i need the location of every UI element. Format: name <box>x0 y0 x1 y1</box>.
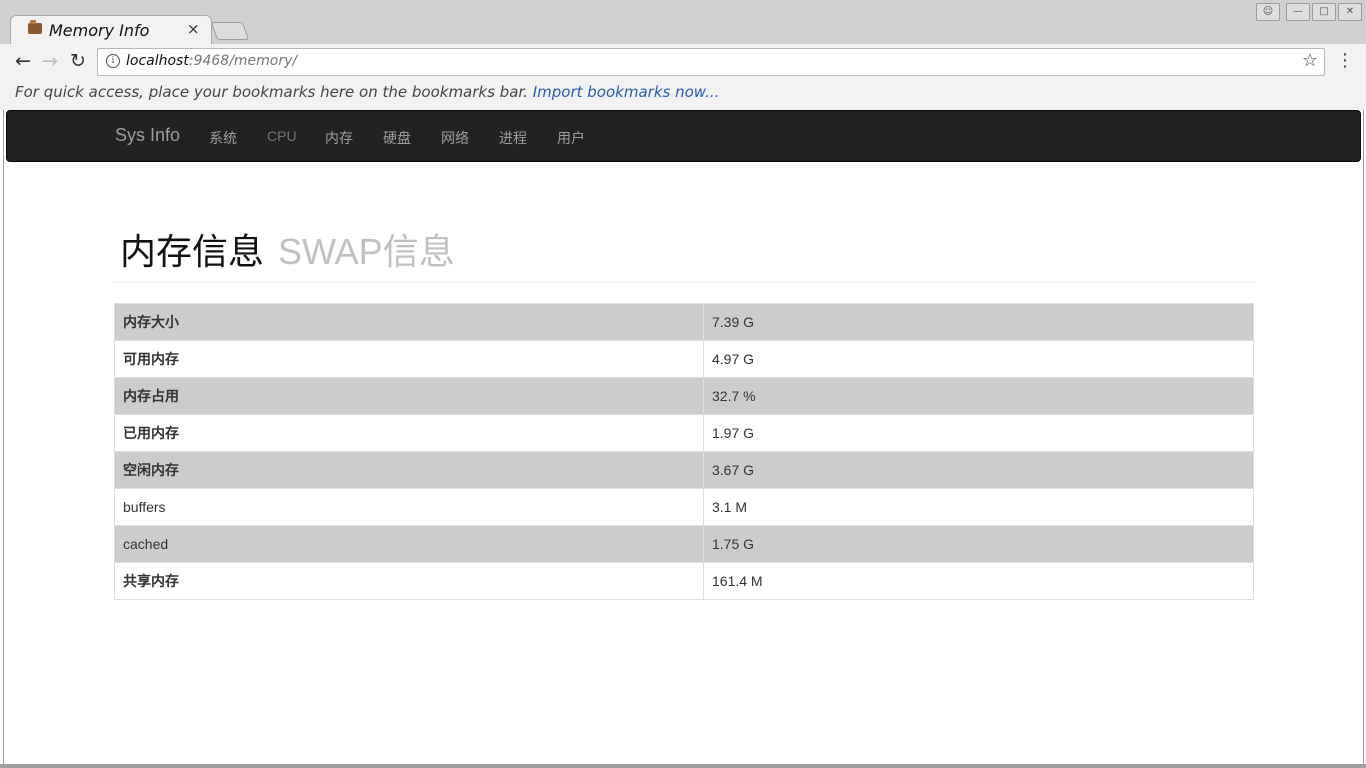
row-label: cached <box>114 525 704 563</box>
nav-link-disk[interactable]: 硬盘 <box>383 128 411 148</box>
profile-icon[interactable]: ☺ <box>1256 3 1280 21</box>
row-value: 32.7 % <box>703 377 1254 415</box>
table-row: 空闲内存 3.67 G <box>114 451 1254 489</box>
row-label: 可用内存 <box>114 340 704 378</box>
reload-icon[interactable]: ↻ <box>66 50 90 74</box>
row-label: 内存占用 <box>114 377 704 415</box>
url-path: :9468/memory/ <box>188 53 298 69</box>
site-navbar: Sys Info 系统 CPU 内存 硬盘 网络 进程 用户 <box>6 110 1361 162</box>
tab-strip: Memory Info × ☺ — □ ✕ <box>0 0 1366 45</box>
navbar-brand[interactable]: Sys Info <box>115 125 180 146</box>
memory-table: 内存大小 7.39 G 可用内存 4.97 G 内存占用 32.7 % 已用内存… <box>114 303 1254 600</box>
row-value: 1.75 G <box>703 525 1254 563</box>
row-label: 空闲内存 <box>114 451 704 489</box>
url-host: localhost <box>126 53 189 69</box>
import-bookmarks-link[interactable]: Import bookmarks now... <box>533 83 720 101</box>
swap-info-link[interactable]: SWAP信息 <box>278 231 455 272</box>
close-window-button[interactable]: ✕ <box>1338 3 1362 21</box>
bookmarks-message: For quick access, place your bookmarks h… <box>15 83 719 101</box>
nav-link-network[interactable]: 网络 <box>441 128 469 148</box>
tab-memory-info[interactable]: Memory Info × <box>10 15 212 45</box>
back-arrow-icon[interactable]: ← <box>11 50 35 74</box>
browser-menu-icon[interactable]: ⋮ <box>1336 50 1354 72</box>
browser-toolbar: ← → ↻ i localhost:9468/memory/ ☆ ⋮ <box>0 44 1366 79</box>
row-value: 3.1 M <box>703 488 1254 526</box>
address-bar[interactable]: i localhost:9468/memory/ ☆ <box>97 48 1325 76</box>
bookmarks-hint: For quick access, place your bookmarks h… <box>15 83 528 101</box>
row-value: 161.4 M <box>703 562 1254 600</box>
minimize-button[interactable]: — <box>1286 3 1310 21</box>
nav-link-system[interactable]: 系统 <box>209 128 237 148</box>
row-label: 共享内存 <box>114 562 704 600</box>
table-row: 内存占用 32.7 % <box>114 377 1254 415</box>
maximize-button[interactable]: □ <box>1312 3 1336 21</box>
table-row: buffers 3.1 M <box>114 488 1254 526</box>
new-tab-button[interactable] <box>210 22 250 40</box>
nav-link-cpu[interactable]: CPU <box>267 128 297 144</box>
memory-info-title: 内存信息 <box>120 232 265 273</box>
browser-chrome: Memory Info × ☺ — □ ✕ ← → ↻ i localhost:… <box>0 0 1366 110</box>
row-value: 1.97 G <box>703 414 1254 452</box>
row-value: 4.97 G <box>703 340 1254 378</box>
bookmark-star-icon[interactable]: ☆ <box>1302 50 1318 71</box>
row-label: 内存大小 <box>114 303 704 341</box>
row-value: 7.39 G <box>703 303 1254 341</box>
table-row: 共享内存 161.4 M <box>114 562 1254 600</box>
page-heading: 内存信息 SWAP信息 <box>120 223 455 275</box>
folder-favicon-icon <box>28 20 42 34</box>
tab-close-icon[interactable]: × <box>187 20 200 38</box>
table-row: 已用内存 1.97 G <box>114 414 1254 452</box>
info-icon[interactable]: i <box>106 54 120 68</box>
row-label: buffers <box>114 488 704 526</box>
nav-link-users[interactable]: 用户 <box>557 128 585 148</box>
row-value: 3.67 G <box>703 451 1254 489</box>
heading-divider <box>114 282 1254 283</box>
forward-arrow-icon[interactable]: → <box>38 50 62 74</box>
page-viewport: Sys Info 系统 CPU 内存 硬盘 网络 进程 用户 内存信息 SWAP信… <box>3 110 1364 764</box>
table-row: cached 1.75 G <box>114 525 1254 563</box>
row-label: 已用内存 <box>114 414 704 452</box>
nav-link-process[interactable]: 进程 <box>499 128 527 148</box>
tab-title: Memory Info <box>49 21 150 40</box>
table-row: 内存大小 7.39 G <box>114 303 1254 341</box>
nav-link-memory[interactable]: 内存 <box>325 128 353 148</box>
bookmarks-bar: For quick access, place your bookmarks h… <box>0 79 1366 110</box>
table-row: 可用内存 4.97 G <box>114 340 1254 378</box>
url-text: localhost:9468/memory/ <box>126 53 297 69</box>
window-bottom-edge <box>0 764 1366 768</box>
